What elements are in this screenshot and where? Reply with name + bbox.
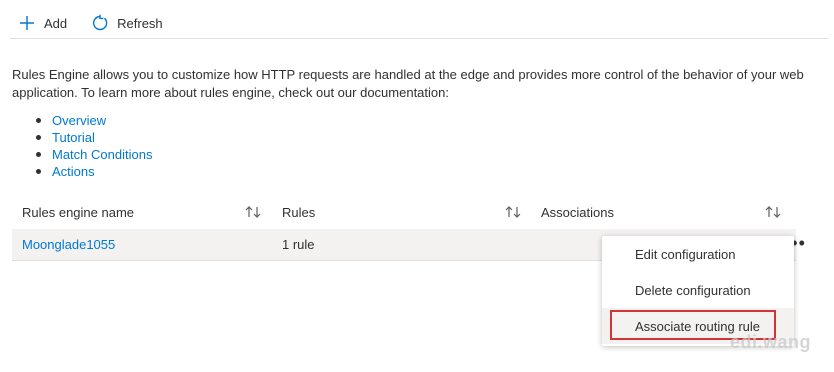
column-header-name[interactable]: Rules engine name: [22, 196, 134, 228]
rules-engine-name-cell: Moonglade1055: [22, 229, 115, 260]
bullet-icon: [36, 152, 41, 157]
bullet-icon: [36, 118, 41, 123]
table-header: Rules engine name Rules Associations: [12, 196, 794, 228]
link-overview[interactable]: Overview: [52, 112, 106, 129]
menu-item-delete-configuration[interactable]: Delete configuration: [602, 272, 794, 308]
rules-engine-description: Rules Engine allows you to customize how…: [12, 67, 804, 100]
list-item: Tutorial: [36, 129, 152, 146]
link-tutorial[interactable]: Tutorial: [52, 129, 95, 146]
plus-icon: [18, 14, 36, 32]
link-match-conditions[interactable]: Match Conditions: [52, 146, 152, 163]
sort-icon[interactable]: [764, 204, 782, 220]
refresh-label: Refresh: [117, 15, 163, 31]
list-item: Actions: [36, 163, 152, 180]
list-item: Overview: [36, 112, 152, 129]
link-actions[interactable]: Actions: [52, 163, 95, 180]
rules-engine-link[interactable]: Moonglade1055: [22, 237, 115, 252]
column-header-rules[interactable]: Rules: [282, 196, 315, 228]
documentation-links: Overview Tutorial Match Conditions Actio…: [36, 112, 152, 180]
command-bar: Add Refresh: [10, 8, 828, 39]
bullet-icon: [36, 135, 41, 140]
sort-icon[interactable]: [504, 204, 522, 220]
sort-icon[interactable]: [244, 204, 262, 220]
watermark: edi.wang: [730, 332, 812, 352]
rules-count-cell: 1 rule: [282, 237, 315, 252]
menu-item-edit-configuration[interactable]: Edit configuration: [602, 236, 794, 272]
add-button[interactable]: Add: [14, 9, 71, 37]
row-context-menu: Edit configuration Delete configuration …: [602, 236, 794, 346]
refresh-icon: [91, 14, 109, 32]
list-item: Match Conditions: [36, 146, 152, 163]
refresh-button[interactable]: Refresh: [87, 9, 167, 37]
add-label: Add: [44, 15, 68, 31]
column-header-associations[interactable]: Associations: [541, 196, 614, 228]
bullet-icon: [36, 169, 41, 174]
